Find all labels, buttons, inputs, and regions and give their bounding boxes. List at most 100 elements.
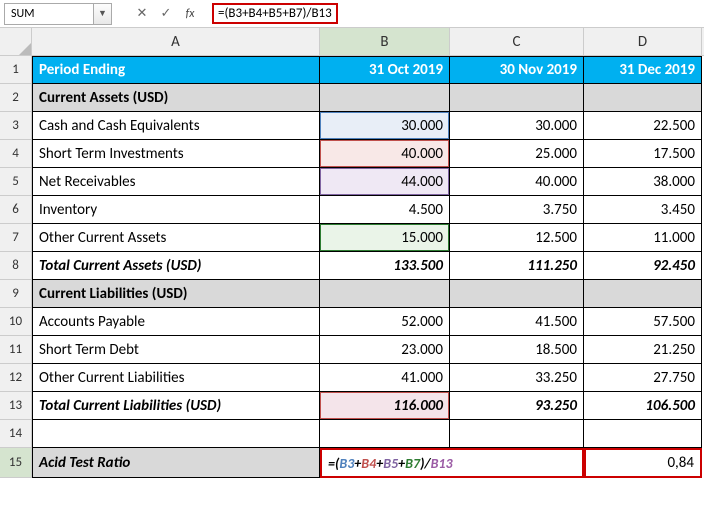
cell[interactable]: Cash and Cash Equivalents [32,112,320,140]
cell[interactable]: 4.500 [320,196,450,224]
table-row: 2 Current Assets (USD) [0,84,704,112]
row-header[interactable]: 10 [0,308,32,336]
cell[interactable]: Short Term Investments [32,140,320,168]
formula-input[interactable]: =(B3+B4+B5+B7)/B13 [208,3,700,25]
cell[interactable] [450,84,584,112]
col-header-a[interactable]: A [32,28,320,55]
row-header[interactable]: 6 [0,196,32,224]
cell[interactable]: Accounts Payable [32,308,320,336]
select-all-corner[interactable] [0,28,32,56]
cell[interactable]: 3.750 [450,196,584,224]
cell[interactable] [450,280,584,308]
cell-d15-result[interactable]: 0,84 [584,448,702,478]
cell[interactable] [584,280,702,308]
cell[interactable]: 12.500 [450,224,584,252]
row-header[interactable]: 5 [0,168,32,196]
name-box-dropdown[interactable]: ▼ [94,3,112,25]
cell[interactable]: 31 Oct 2019 [320,56,450,84]
cell[interactable] [584,420,702,448]
table-row: 5 Net Receivables 44.000 40.000 38.000 [0,168,704,196]
table-row: 9 Current Liabilities (USD) [0,280,704,308]
cell-b5[interactable]: 44.000 [320,168,450,196]
cell[interactable]: Short Term Debt [32,336,320,364]
cell[interactable]: Other Current Liabilities [32,364,320,392]
row-header[interactable]: 15 [0,448,32,478]
cell[interactable]: 11.000 [584,224,702,252]
cell[interactable] [320,420,450,448]
name-box[interactable]: SUM [4,3,94,25]
row-header[interactable]: 1 [0,56,32,84]
row-header[interactable]: 11 [0,336,32,364]
cell[interactable]: 111.250 [450,252,584,280]
table-row: 11 Short Term Debt 23.000 18.500 21.250 [0,336,704,364]
op: + [376,455,383,472]
cell[interactable] [584,84,702,112]
table-row: 14 [0,420,704,448]
ref-b13: B13 [431,455,453,472]
cell-b15-editing[interactable]: =( B3 + B4 + B5 + B7 )/ B13 [320,448,584,478]
cell[interactable]: 21.250 [584,336,702,364]
cell-b3[interactable]: 30.000 [320,112,450,140]
row-header[interactable]: 9 [0,280,32,308]
op: + [398,455,405,472]
cell[interactable]: 41.000 [320,364,450,392]
col-header-d[interactable]: D [584,28,702,55]
cell[interactable]: 23.000 [320,336,450,364]
row-header[interactable]: 8 [0,252,32,280]
fx-icon[interactable]: fx [178,3,202,25]
cell-total[interactable]: Total Current Liabilities (USD) [32,392,320,420]
cell[interactable]: Inventory [32,196,320,224]
cell[interactable]: 106.500 [584,392,702,420]
row-header[interactable]: 2 [0,84,32,112]
cell[interactable]: 3.450 [584,196,702,224]
cell-acid-test[interactable]: Acid Test Ratio [32,448,320,478]
cell[interactable]: 25.000 [450,140,584,168]
cell[interactable]: 30.000 [450,112,584,140]
cell[interactable]: 22.500 [584,112,702,140]
op: + [354,455,361,472]
cell[interactable]: 92.450 [584,252,702,280]
cell[interactable] [32,420,320,448]
row-header[interactable]: 12 [0,364,32,392]
row-header[interactable]: 13 [0,392,32,420]
cell[interactable]: 52.000 [320,308,450,336]
row-header[interactable]: 4 [0,140,32,168]
cell[interactable]: 40.000 [450,168,584,196]
cell[interactable]: 33.250 [450,364,584,392]
col-header-c[interactable]: C [450,28,584,55]
cell[interactable]: 30 Nov 2019 [450,56,584,84]
cell-section[interactable]: Current Liabilities (USD) [32,280,320,308]
row-header[interactable]: 3 [0,112,32,140]
cell[interactable]: Net Receivables [32,168,320,196]
cell[interactable]: 133.500 [320,252,450,280]
cell-b7[interactable]: 15.000 [320,224,450,252]
cell-total[interactable]: Total Current Assets (USD) [32,252,320,280]
cell[interactable]: 57.500 [584,308,702,336]
cell[interactable]: Other Current Assets [32,224,320,252]
cell[interactable]: 38.000 [584,168,702,196]
cell[interactable]: 93.250 [450,392,584,420]
ref-b3: B3 [339,455,354,472]
cell-b4[interactable]: 40.000 [320,140,450,168]
formula-bar: SUM ▼ ✕ ✓ fx =(B3+B4+B5+B7)/B13 [0,0,704,28]
cancel-icon[interactable]: ✕ [130,3,154,25]
cell[interactable]: 27.750 [584,364,702,392]
grid-rows: 1 Period Ending 31 Oct 2019 30 Nov 2019 … [0,56,704,478]
cell-section[interactable]: Current Assets (USD) [32,84,320,112]
col-header-b[interactable]: B [320,28,450,55]
cell-b13[interactable]: 116.000 [320,392,450,420]
cell[interactable] [450,420,584,448]
cell[interactable] [320,84,450,112]
row-header[interactable]: 14 [0,420,32,448]
formula-text: =( [328,455,339,472]
cell-period-ending[interactable]: Period Ending [32,56,320,84]
cell[interactable]: 41.500 [450,308,584,336]
cell[interactable]: 31 Dec 2019 [584,56,702,84]
table-row: 12 Other Current Liabilities 41.000 33.2… [0,364,704,392]
op: )/ [420,455,430,472]
row-header[interactable]: 7 [0,224,32,252]
cell[interactable] [320,280,450,308]
enter-icon[interactable]: ✓ [154,3,178,25]
cell[interactable]: 17.500 [584,140,702,168]
cell[interactable]: 18.500 [450,336,584,364]
